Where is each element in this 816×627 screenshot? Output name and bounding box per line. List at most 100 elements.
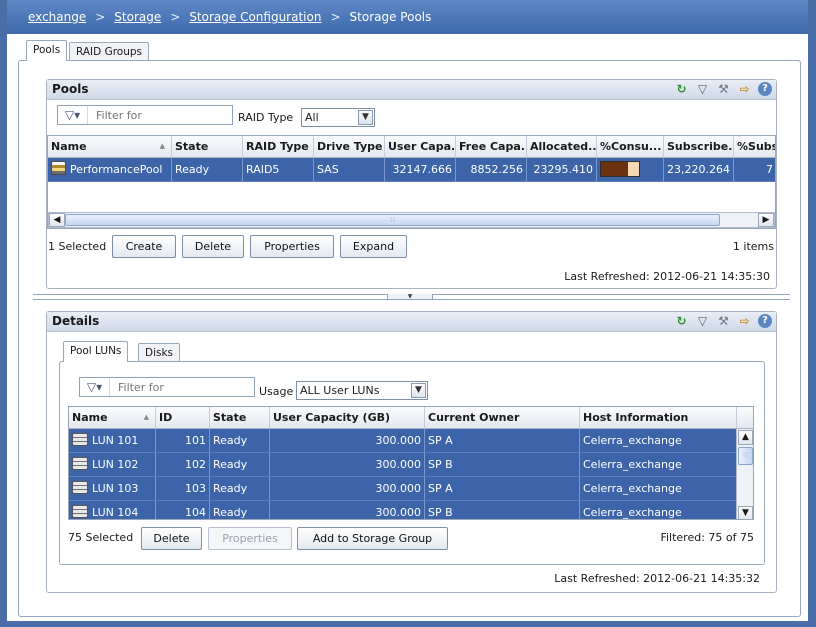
luns-last-refreshed: Last Refreshed: 2012-06-21 14:35:32 — [554, 572, 760, 585]
tab-disks[interactable]: Disks — [138, 343, 181, 362]
export-icon[interactable]: ⇨ — [737, 82, 752, 97]
cell-state: Ready — [210, 477, 270, 500]
delete-pool-button[interactable]: Delete — [182, 235, 244, 258]
column-header-state[interactable]: State — [172, 136, 243, 157]
cell-name: LUN 102 — [69, 453, 156, 476]
cell-state: Ready — [210, 429, 270, 452]
lun-properties-button[interactable]: Properties — [208, 527, 292, 550]
cell-name: LUN 104 — [69, 501, 156, 519]
filter-icon[interactable]: ▽ — [695, 82, 710, 97]
cell-state: Ready — [210, 453, 270, 476]
table-row[interactable]: LUN 104 104 Ready 300.000 SP B Celerra_e… — [69, 501, 753, 519]
column-header-user-capacity[interactable]: User Capa... — [385, 136, 456, 157]
lun-icon — [72, 505, 88, 518]
cell-state: Ready — [172, 158, 243, 181]
window-bottom-border — [0, 621, 816, 627]
column-header-host-information[interactable]: Host Information — [580, 407, 737, 428]
scroll-up-icon[interactable]: ▲ — [738, 430, 753, 445]
table-row[interactable]: LUN 102 102 Ready 300.000 SP B Celerra_e… — [69, 453, 753, 477]
details-section-header: Details ↻ ▽ ⚒ ⇨ ? — [47, 312, 776, 332]
pools-selected-count: 1 Selected — [48, 240, 107, 253]
pools-filter-box: ▽▾ — [57, 105, 233, 125]
raid-type-value: All — [305, 111, 319, 124]
cell-name: LUN 103 — [69, 477, 156, 500]
table-row[interactable]: LUN 101 101 Ready 300.000 SP A Celerra_e… — [69, 429, 753, 453]
pools-section-title: Pools — [52, 82, 89, 96]
pool-properties-button[interactable]: Properties — [250, 235, 334, 258]
help-icon[interactable]: ? — [758, 314, 772, 328]
cell-owner: SP B — [425, 501, 580, 519]
column-header-subscribed[interactable]: Subscribe... — [664, 136, 734, 157]
splitter-handle[interactable]: ▼ — [387, 294, 433, 300]
column-header-state[interactable]: State — [210, 407, 270, 428]
breadcrumb-storage-configuration-link[interactable]: Storage Configuration — [189, 10, 321, 24]
sort-asc-icon: ▲ — [143, 413, 149, 421]
column-header-name[interactable]: Name ▲ — [69, 407, 156, 428]
usage-select[interactable]: ALL User LUNs ▼ — [296, 381, 428, 400]
table-row[interactable]: LUN 103 103 Ready 300.000 SP A Celerra_e… — [69, 477, 753, 501]
luns-table: Name ▲ ID State User Capacity (GB) Curren… — [68, 406, 754, 520]
chevron-down-icon: ▼ — [358, 110, 373, 125]
expand-button[interactable]: Expand — [340, 235, 407, 258]
cell-capacity: 300.000 — [270, 453, 425, 476]
cell-host: Celerra_exchange — [580, 501, 737, 519]
tab-raid-groups[interactable]: RAID Groups — [69, 42, 150, 61]
column-header-free-capacity[interactable]: Free Capa... — [456, 136, 527, 157]
cell-id: 104 — [156, 501, 210, 519]
delete-lun-button[interactable]: Delete — [141, 527, 202, 550]
app-window: exchange > Storage > Storage Configurati… — [0, 0, 816, 627]
table-row[interactable]: PerformancePool Ready RAID5 SAS 32147.66… — [48, 158, 775, 182]
breadcrumb-separator: > — [330, 10, 341, 24]
luns-filter-box: ▽▾ — [79, 377, 255, 397]
column-header-drive-type[interactable]: Drive Type — [314, 136, 385, 157]
tab-pool-luns[interactable]: Pool LUNs — [63, 341, 129, 362]
column-header-user-capacity[interactable]: User Capacity (GB) — [270, 407, 425, 428]
details-section-title: Details — [52, 314, 100, 328]
luns-filtered-count: Filtered: 75 of 75 — [660, 531, 754, 544]
cell-host: Celerra_exchange — [580, 453, 737, 476]
wrench-icon[interactable]: ⚒ — [716, 314, 731, 329]
wrench-icon[interactable]: ⚒ — [716, 82, 731, 97]
column-header-current-owner[interactable]: Current Owner — [425, 407, 580, 428]
pools-last-refreshed: Last Refreshed: 2012-06-21 14:35:30 — [564, 270, 770, 283]
column-header-name[interactable]: Name ▲ — [48, 136, 172, 157]
breadcrumb: exchange > Storage > Storage Configurati… — [7, 0, 808, 34]
pools-filter-input[interactable] — [88, 108, 228, 122]
scroll-right-icon[interactable]: ▶ — [758, 213, 774, 227]
scroll-thumb[interactable]: ∷ — [65, 214, 720, 226]
refresh-icon[interactable]: ↻ — [674, 82, 689, 97]
scroll-down-icon[interactable]: ▼ — [738, 506, 753, 519]
column-header-percent-subscribed[interactable]: %Subs — [734, 136, 775, 157]
help-icon[interactable]: ? — [758, 82, 772, 96]
luns-vertical-scrollbar[interactable]: ▲ ∷ ▼ — [736, 429, 753, 519]
filter-dropdown-icon[interactable]: ▽▾ — [80, 378, 110, 396]
raid-type-select[interactable]: All ▼ — [301, 108, 375, 127]
cell-raid-type: RAID5 — [243, 158, 314, 181]
column-header-percent-consumed[interactable]: %Consu... — [597, 136, 664, 157]
filter-icon[interactable]: ▽ — [695, 314, 710, 329]
scroll-left-icon[interactable]: ◀ — [49, 213, 65, 227]
luns-selected-count: 75 Selected — [68, 531, 134, 544]
breadcrumb-storage-link[interactable]: Storage — [114, 10, 161, 24]
cell-owner: SP B — [425, 453, 580, 476]
refresh-icon[interactable]: ↻ — [674, 314, 689, 329]
pools-horizontal-scrollbar[interactable]: ◀ ∷ ▶ — [48, 212, 775, 228]
lun-icon — [72, 457, 88, 470]
column-header-id[interactable]: ID — [156, 407, 210, 428]
consumed-progress-fill — [601, 162, 629, 176]
column-header-allocated[interactable]: Allocated... — [527, 136, 597, 157]
cell-host: Celerra_exchange — [580, 477, 737, 500]
tab-pools[interactable]: Pools — [26, 40, 68, 61]
scroll-thumb[interactable]: ∷ — [738, 447, 753, 465]
lun-icon — [72, 433, 88, 446]
breadcrumb-separator: > — [95, 10, 106, 24]
raid-type-label: RAID Type — [238, 111, 294, 124]
cell-capacity: 300.000 — [270, 429, 425, 452]
add-to-storage-group-button[interactable]: Add to Storage Group — [297, 527, 448, 550]
create-button[interactable]: Create — [112, 235, 176, 258]
column-header-raid-type[interactable]: RAID Type — [243, 136, 314, 157]
export-icon[interactable]: ⇨ — [737, 314, 752, 329]
filter-dropdown-icon[interactable]: ▽▾ — [58, 106, 88, 124]
luns-filter-input[interactable] — [110, 380, 250, 394]
breadcrumb-exchange-link[interactable]: exchange — [28, 10, 86, 24]
